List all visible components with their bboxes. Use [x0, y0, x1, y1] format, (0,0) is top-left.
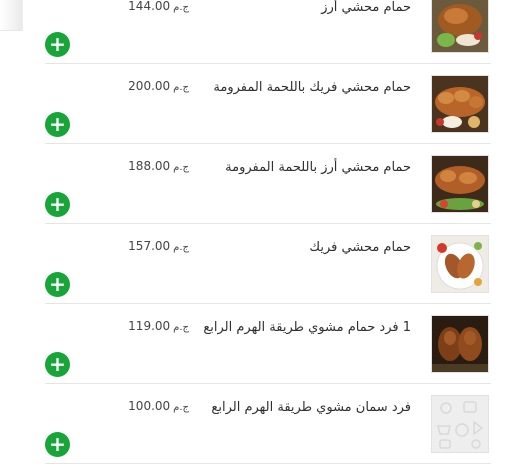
plus-icon: + [49, 432, 66, 456]
add-to-cart-button[interactable]: + [45, 192, 70, 217]
item-price: ج.م188.00 [128, 157, 189, 177]
item-name: فرد سمان مشوي طريقة الهرم الرابع [211, 400, 411, 415]
price-value: 188.00 [128, 159, 171, 173]
price-value: 200.00 [128, 79, 171, 93]
stuffed-pigeon-freekeh-minced-meat-photo[interactable] [431, 75, 489, 133]
plus-icon: + [49, 32, 66, 56]
item-price: ج.م157.00 [128, 237, 189, 257]
plus-icon: + [49, 352, 66, 376]
menu-item[interactable]: فرد سمان مشوي طريقة الهرم الرابع ج.م100.… [45, 384, 491, 464]
item-price: ج.م100.00 [128, 397, 189, 417]
currency-label: ج.م [173, 162, 189, 173]
add-to-cart-button[interactable]: + [45, 432, 70, 457]
item-price: ج.م200.00 [128, 77, 189, 97]
item-name: حمام محشي فريك [309, 240, 411, 255]
item-name: حمام محشي أرز [321, 0, 411, 15]
currency-label: ج.م [173, 402, 189, 413]
menu-item[interactable]: حمام محشي أرز باللحمة المفرومة ج.م188.00… [45, 144, 491, 224]
currency-label: ج.م [173, 82, 189, 93]
stuffed-pigeon-rice-photo[interactable] [431, 0, 489, 53]
item-name: حمام محشي فريك باللحمة المفرومة [213, 80, 411, 95]
currency-label: ج.م [173, 242, 189, 253]
price-value: 119.00 [128, 319, 171, 333]
item-price: ج.م144.00 [128, 0, 189, 17]
add-to-cart-button[interactable]: + [45, 112, 70, 137]
item-name: حمام محشي أرز باللحمة المفرومة [225, 160, 411, 175]
price-value: 144.00 [128, 0, 171, 13]
placeholder-image-icon[interactable] [431, 395, 489, 453]
plus-icon: + [49, 272, 66, 296]
add-to-cart-button[interactable]: + [45, 352, 70, 377]
item-name: 1 فرد حمام مشوي طريقة الهرم الرابع [203, 320, 411, 335]
stuffed-pigeon-rice-minced-meat-photo[interactable] [431, 155, 489, 213]
menu-item[interactable]: 1 فرد حمام مشوي طريقة الهرم الرابع ج.م11… [45, 304, 491, 384]
menu-item[interactable]: حمام محشي فريك باللحمة المفرومة ج.م200.0… [45, 64, 491, 144]
grilled-pigeon-photo[interactable] [431, 315, 489, 373]
add-to-cart-button[interactable]: + [45, 272, 70, 297]
currency-label: ج.م [173, 322, 189, 333]
menu-list: حمام محشي أرز ج.م144.00 + حمام محشي فريك… [45, 0, 491, 464]
currency-label: ج.م [173, 2, 189, 13]
menu-page: حمام محشي أرز ج.م144.00 + حمام محشي فريك… [0, 0, 508, 470]
stuffed-pigeon-freekeh-photo[interactable] [431, 235, 489, 293]
price-value: 157.00 [128, 239, 171, 253]
menu-item[interactable]: حمام محشي أرز ج.م144.00 + [45, 0, 491, 64]
item-price: ج.م119.00 [128, 317, 189, 337]
plus-icon: + [49, 112, 66, 136]
plus-icon: + [49, 192, 66, 216]
menu-item[interactable]: حمام محشي فريك ج.م157.00 + [45, 224, 491, 304]
price-value: 100.00 [128, 399, 171, 413]
add-to-cart-button[interactable]: + [45, 32, 70, 57]
side-panel-edge [0, 0, 23, 31]
